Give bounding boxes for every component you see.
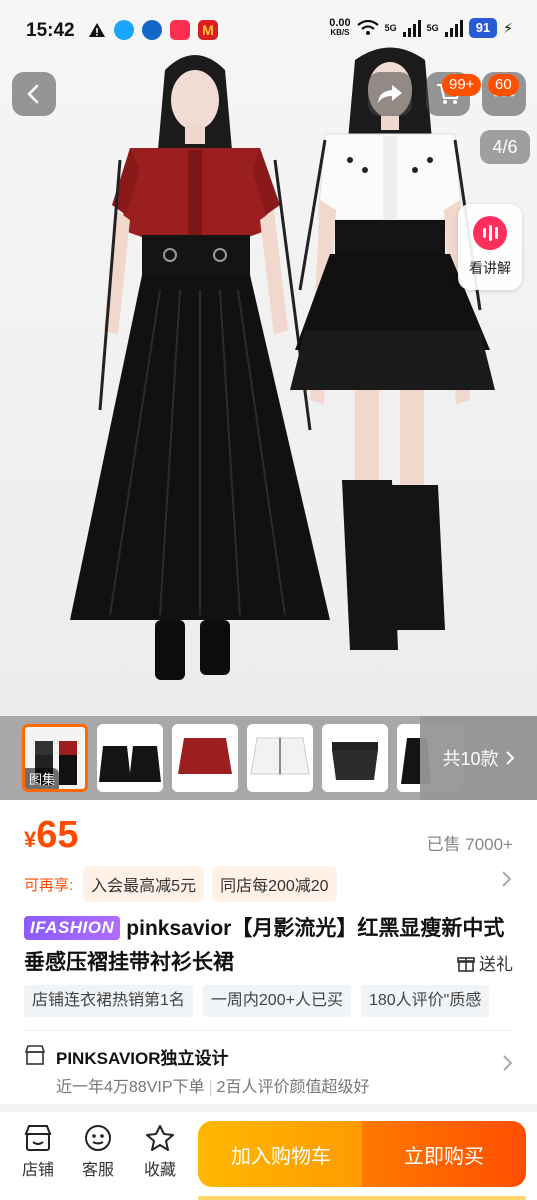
price-currency: ¥ — [24, 827, 37, 852]
audio-wave-icon — [473, 216, 507, 250]
thumbnail-item-image — [247, 724, 313, 792]
store-label: 店铺 — [21, 1162, 54, 1179]
battery-level: 91 — [468, 18, 498, 38]
cart-count-badge: 99+ — [442, 74, 482, 96]
customer-service-icon — [85, 1125, 111, 1151]
store-icon — [24, 1045, 46, 1065]
signal-icon-1 — [402, 19, 421, 37]
shop-entry[interactable]: PINKSAVIOR独立设计 近一年4万88VIP下单 | 2百人评价颜值超级好 — [24, 1040, 514, 1098]
wifi-icon — [356, 20, 379, 35]
share-icon — [378, 85, 402, 103]
thumbnail-item-image — [172, 724, 238, 792]
chevron-right-icon[interactable] — [501, 870, 513, 888]
explain-video-button[interactable]: 看讲解 — [458, 204, 522, 290]
shopping-app-icon — [170, 20, 190, 40]
store-icon — [24, 1125, 52, 1151]
thumbnail-item-image — [322, 724, 388, 792]
thumbnail-strip: 图集 共10款 — [0, 716, 537, 800]
product-tags: 店铺连衣裙热销第1名 一周内200+人已买 180人评价"质感 — [24, 985, 514, 1017]
favorite-button[interactable]: 收藏 — [134, 1124, 186, 1180]
price: ¥65 — [24, 814, 79, 857]
product-photo-model-right — [290, 47, 495, 650]
explain-label: 看讲解 — [469, 260, 511, 276]
thumbnail-album[interactable]: 图集 — [22, 724, 88, 792]
shop-stat-review: 2百人评价颜值超级好 — [216, 1079, 370, 1096]
shop-stat-vip: 近一年4万88VIP下单 — [56, 1079, 205, 1096]
network-speed-unit: KB/S — [330, 28, 350, 37]
product-title: IFASHION pinksavior【月影流光】红黑显瘦新中式垂感压褶挂带衬衫长… — [24, 912, 514, 980]
promo-label: 可再享: — [24, 876, 74, 894]
gift-label: 送礼 — [479, 955, 513, 974]
button-accent-line — [198, 1196, 526, 1200]
thumbnail-item[interactable] — [247, 724, 313, 792]
chevron-right-icon — [503, 1055, 513, 1071]
share-button[interactable] — [368, 72, 412, 116]
thumbnail-caption: 图集 — [25, 768, 60, 789]
network-speed: 0.00 KB/S — [329, 18, 350, 38]
status-time: 15:42 — [26, 20, 75, 41]
customer-service-button[interactable]: 客服 — [72, 1124, 124, 1180]
price-value: 65 — [36, 814, 79, 856]
notification-icons: M — [88, 20, 218, 40]
promo-chip: 入会最高减5元 — [83, 866, 205, 902]
qq-app-icon — [114, 20, 134, 40]
thumbnail-item-image — [97, 724, 163, 792]
thumbnail-item[interactable] — [97, 724, 163, 792]
gift-icon — [457, 956, 475, 972]
separator: | — [208, 1079, 213, 1096]
purchase-tag[interactable]: 一周内200+人已买 — [202, 985, 351, 1017]
thumbnail-item[interactable] — [172, 724, 238, 792]
ranking-tag[interactable]: 店铺连衣裙热销第1名 — [24, 985, 193, 1017]
status-bar: 15:42 M 0.00 KB/S 5G 5G 91 ⚡ — [0, 0, 537, 62]
image-counter: 4/6 — [480, 130, 530, 164]
product-image-gallery[interactable]: 99+ 60 4/6 看讲解 — [0, 0, 537, 716]
promo-chip: 同店每200减20 — [212, 866, 337, 902]
add-to-cart-button[interactable]: 加入购物车 — [198, 1121, 364, 1187]
divider — [24, 1030, 514, 1031]
section-gap — [0, 1104, 537, 1112]
review-tag[interactable]: 180人评价"质感 — [360, 985, 490, 1017]
message-count-badge: 60 — [488, 74, 519, 96]
signal-icon-2 — [444, 19, 463, 37]
shop-stats: 近一年4万88VIP下单 | 2百人评价颜值超级好 — [56, 1073, 370, 1097]
back-button[interactable] — [12, 72, 56, 116]
favorite-label: 收藏 — [143, 1162, 176, 1179]
telecom-app-icon — [142, 20, 162, 40]
chevron-right-icon — [505, 751, 514, 765]
sold-count: 已售 7000+ — [426, 835, 513, 854]
thumbnail-item[interactable] — [322, 724, 388, 792]
chevron-left-icon — [27, 84, 39, 104]
more-styles-button[interactable]: 共10款 — [420, 716, 537, 800]
star-icon — [146, 1125, 174, 1151]
network-type-2: 5G — [426, 23, 439, 33]
buy-now-button[interactable]: 立即购买 — [362, 1121, 526, 1187]
brand-tag: IFASHION — [24, 916, 121, 940]
charging-icon: ⚡ — [503, 19, 513, 36]
warning-icon — [89, 23, 105, 37]
customer-service-label: 客服 — [81, 1162, 114, 1179]
mcdonalds-app-icon: M — [198, 20, 218, 40]
bottom-action-bar: 店铺 客服 收藏 加入购物车 立即购买 — [0, 1112, 537, 1200]
gift-button[interactable]: 送礼 — [457, 950, 513, 975]
promotion-row[interactable]: 可再享: 入会最高减5元 同店每200减20 — [24, 866, 337, 902]
system-icons: 0.00 KB/S 5G 5G 91 ⚡ — [329, 18, 513, 38]
more-styles-label: 共10款 — [442, 749, 499, 769]
shop-name: PINKSAVIOR独立设计 — [56, 1049, 229, 1068]
store-button[interactable]: 店铺 — [12, 1124, 64, 1180]
network-type-1: 5G — [384, 23, 397, 33]
